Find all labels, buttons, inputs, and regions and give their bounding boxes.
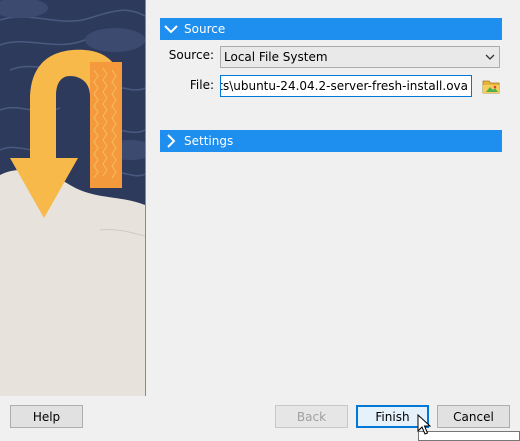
back-button[interactable]: Back: [275, 405, 348, 428]
cancel-button[interactable]: Cancel: [437, 405, 510, 428]
file-path-value: uments\ubuntu-24.04.2-server-fresh-insta…: [221, 79, 468, 93]
source-section-title: Source: [184, 22, 226, 36]
source-section-header[interactable]: Source: [160, 18, 502, 40]
file-path-field[interactable]: uments\ubuntu-24.04.2-server-fresh-insta…: [220, 75, 472, 97]
file-label: File:: [189, 78, 214, 92]
chevron-right-icon: [160, 130, 182, 152]
chevron-down-icon: [160, 18, 182, 40]
wizard-illustration: [0, 0, 145, 396]
mouse-cursor-icon: [417, 413, 432, 436]
help-button[interactable]: Help: [10, 405, 83, 428]
browse-file-button[interactable]: [481, 76, 501, 96]
wizard-content: Source Source: Local File System File: u…: [146, 0, 520, 396]
folder-browse-icon: [482, 80, 500, 94]
source-combobox[interactable]: Local File System: [220, 46, 500, 68]
source-selected-value: Local File System: [224, 50, 328, 64]
source-label: Source:: [168, 48, 214, 62]
settings-section-header[interactable]: Settings: [160, 130, 502, 152]
import-illustration-graphic: [0, 0, 145, 396]
dropdown-arrow-icon[interactable]: [481, 47, 499, 67]
tooltip: [418, 431, 520, 441]
settings-section-title: Settings: [184, 134, 234, 148]
